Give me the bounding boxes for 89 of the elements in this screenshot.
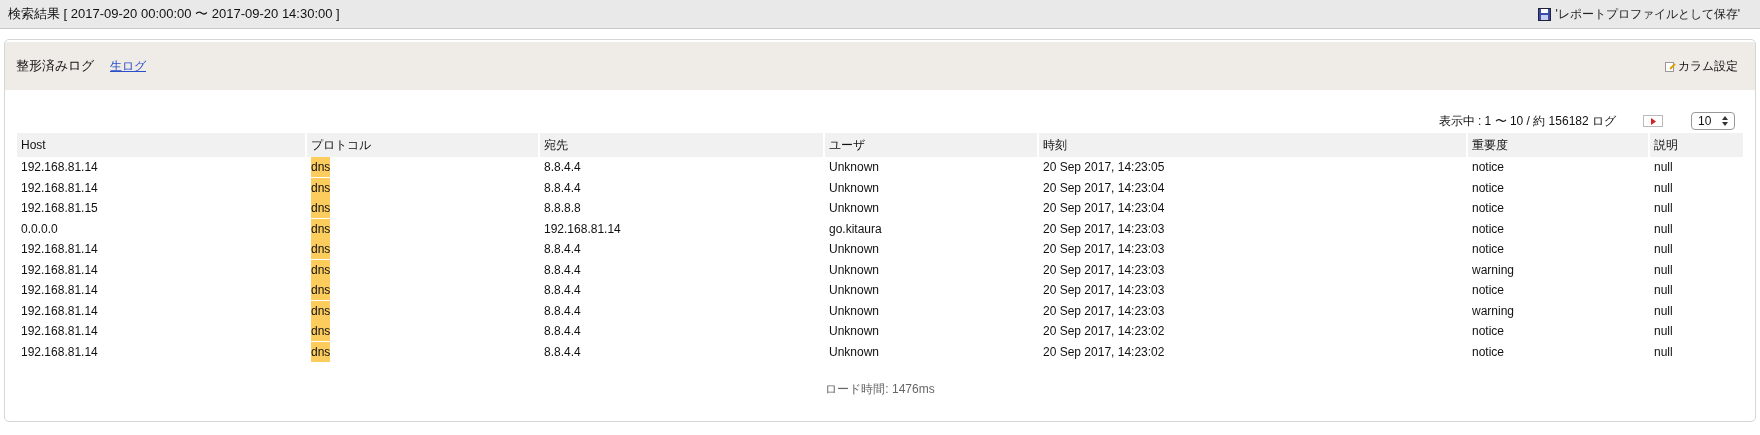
table-cell-text: 8.8.4.4 (544, 261, 581, 279)
table-cell-text: 8.8.4.4 (544, 282, 581, 300)
table-cell-text: null (1654, 302, 1673, 320)
table-cell-text: 8.8.4.4 (544, 302, 581, 320)
load-time: ロード時間: 1476ms (825, 381, 935, 398)
table-cell-text: 20 Sep 2017, 14:23:02 (1043, 323, 1165, 341)
table-cell-text: 192.168.81.14 (21, 282, 98, 300)
table-cell-text: notice (1472, 179, 1505, 197)
column-header: 時刻 (1039, 133, 1466, 157)
table-cell-text: null (1654, 220, 1673, 238)
table-cell-text: 8.8.8.8 (544, 200, 581, 218)
table-cell-text: null (1654, 323, 1673, 341)
table-cell-text: 192.168.81.14 (21, 261, 98, 279)
table-cell-text: 8.8.4.4 (544, 241, 581, 259)
table-cell: dns (311, 177, 331, 198)
table-cell-text: 192.168.81.14 (21, 159, 98, 177)
table-cell-text: null (1654, 241, 1673, 259)
table-cell-text: 192.168.81.14 (544, 220, 621, 238)
table-cell-text: null (1654, 343, 1673, 361)
table-cell: dns (311, 239, 331, 260)
table-cell: dns (311, 341, 331, 362)
table-cell-text: Unknown (829, 159, 880, 177)
column-header: 宛先 (540, 133, 823, 157)
table-cell-text: 192.168.81.14 (21, 179, 98, 197)
table-cell-text: null (1654, 179, 1673, 197)
table-cell: dns (311, 198, 331, 219)
table-cell-text: 0.0.0.0 (21, 220, 58, 238)
view-tab[interactable]: 生ログ (110, 57, 146, 75)
table-cell-text: Unknown (829, 261, 880, 279)
table-cell-text: 192.168.81.14 (21, 302, 98, 320)
edit-note-icon (1665, 60, 1676, 72)
table-cell-text: 20 Sep 2017, 14:23:04 (1043, 200, 1165, 218)
column-header: Host (17, 133, 305, 157)
table-cell-text: Unknown (829, 200, 880, 218)
table-cell-text: 20 Sep 2017, 14:23:03 (1043, 282, 1165, 300)
table-cell-text: warning (1472, 302, 1515, 320)
table-cell-text: 8.8.4.4 (544, 323, 581, 341)
table-cell-text: null (1654, 261, 1673, 279)
table-cell-text: 20 Sep 2017, 14:23:03 (1043, 302, 1165, 320)
next-page-button[interactable] (1643, 115, 1663, 127)
view-tab[interactable]: 整形済みログ (16, 56, 94, 76)
column-header: 重要度 (1468, 133, 1648, 157)
column-header: プロトコル (307, 133, 538, 157)
table-cell-text: 20 Sep 2017, 14:23:05 (1043, 159, 1165, 177)
table-cell-text: 8.8.4.4 (544, 179, 581, 197)
table-cell-text: null (1654, 282, 1673, 300)
table-cell-text: notice (1472, 323, 1505, 341)
table-cell-text: 20 Sep 2017, 14:23:02 (1043, 343, 1165, 361)
table-cell-text: null (1654, 159, 1673, 177)
table-cell-text: Unknown (829, 323, 880, 341)
stepper-arrows-icon (1722, 116, 1728, 126)
table-cell: dns (311, 321, 331, 342)
table-cell-text: notice (1472, 220, 1505, 238)
column-header: ユーザ (825, 133, 1037, 157)
table-cell: dns (311, 280, 331, 301)
play-icon (1650, 117, 1656, 125)
table-cell-text: 8.8.4.4 (544, 159, 581, 177)
table-cell-text: notice (1472, 343, 1505, 361)
table-cell-text: 20 Sep 2017, 14:23:04 (1043, 179, 1165, 197)
table-cell-text: warning (1472, 261, 1515, 279)
table-cell: dns (311, 259, 331, 280)
table-cell-text: 192.168.81.15 (21, 200, 98, 218)
table-cell-text: go.kitaura (829, 220, 882, 238)
table-cell-text: notice (1472, 241, 1505, 259)
table-cell-text: 20 Sep 2017, 14:23:03 (1043, 261, 1165, 279)
table-cell-text: Unknown (829, 302, 880, 320)
table-cell-text: 8.8.4.4 (544, 343, 581, 361)
table-cell-text: notice (1472, 282, 1505, 300)
table-cell-text: 20 Sep 2017, 14:23:03 (1043, 241, 1165, 259)
table-cell-text: Unknown (829, 241, 880, 259)
table-cell: dns (311, 218, 331, 239)
column-header: 説明 (1650, 133, 1743, 157)
result-count: 表示中 : 1 〜 10 / 約 156182 ログ (1438, 113, 1616, 130)
table-cell-text: Unknown (829, 282, 880, 300)
table-cell-text: 192.168.81.14 (21, 241, 98, 259)
table-cell-text: 20 Sep 2017, 14:23:03 (1043, 220, 1165, 238)
table-cell-text: Unknown (829, 343, 880, 361)
table-cell-text: null (1654, 200, 1673, 218)
table-cell-text: 192.168.81.14 (21, 343, 98, 361)
column-settings-link[interactable]: カラム設定 (1665, 57, 1738, 75)
search-title: 検索結果 [ 2017-09-20 00:00:00 〜 2017-09-20 14:30:00 ] (8, 5, 340, 24)
table-cell-text: notice (1472, 159, 1505, 177)
table-cell-text: notice (1472, 200, 1505, 218)
table-cell-text: 192.168.81.14 (21, 323, 98, 341)
table-cell-text: Unknown (829, 179, 880, 197)
table-cell: dns (311, 300, 331, 321)
table-cell: dns (311, 157, 331, 178)
page-size-select[interactable]: 10 (1691, 112, 1735, 130)
save-profile-link[interactable]: 'レポートプロファイルとして保存' (1538, 5, 1740, 23)
